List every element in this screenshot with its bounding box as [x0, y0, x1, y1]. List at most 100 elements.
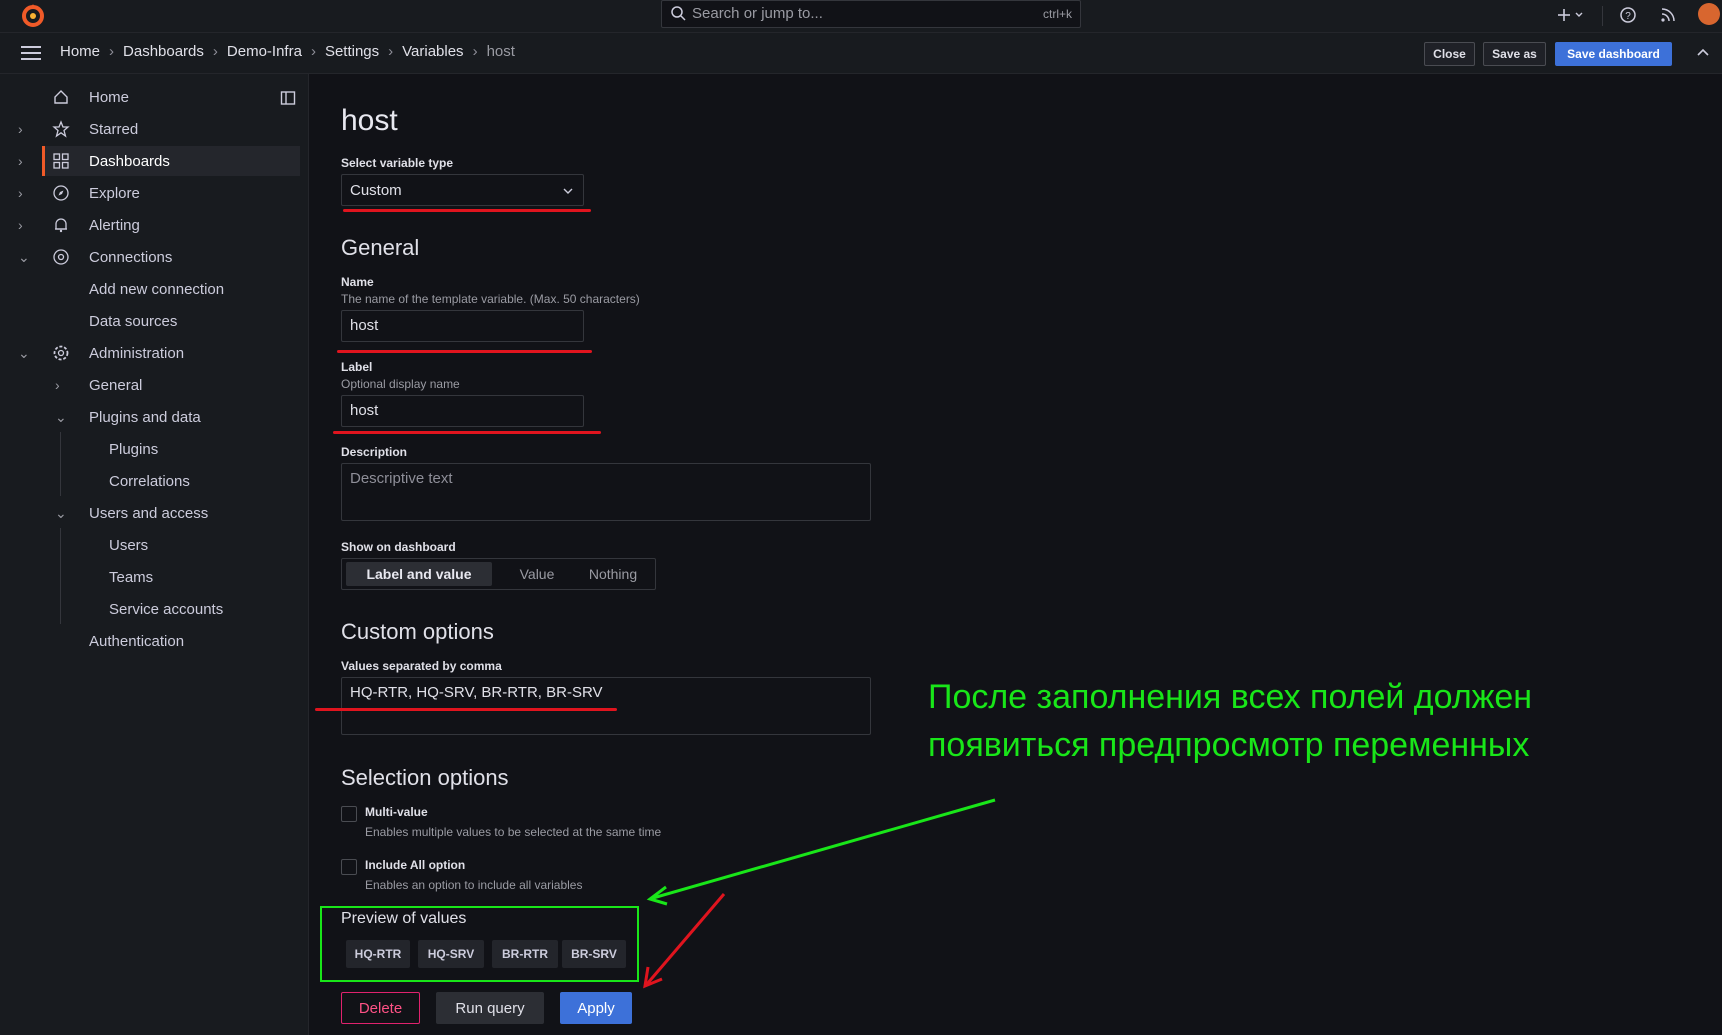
sidebar-item-connections[interactable]: ⌄ Connections: [0, 242, 300, 272]
close-button[interactable]: Close: [1424, 42, 1475, 66]
select-type-label: Select variable type: [341, 156, 454, 170]
custom-options-heading: Custom options: [341, 619, 494, 644]
sidebar-item-label: Plugins and data: [89, 408, 201, 426]
multi-value-label: Multi-value: [365, 805, 428, 819]
variable-type-value: Custom: [350, 181, 402, 199]
sidebar-item-plugins[interactable]: Plugins: [0, 434, 300, 464]
sidebar-item-correlations[interactable]: Correlations: [0, 466, 300, 496]
sidebar-item-service-accounts[interactable]: Service accounts: [0, 594, 300, 624]
sidebar-item-label: Plugins: [109, 440, 159, 458]
sidebar-item-add-new-connection[interactable]: Add new connection: [0, 274, 300, 304]
sidebar-item-administration[interactable]: ⌄ Administration: [0, 338, 300, 368]
sidebar-item-home[interactable]: Home: [0, 82, 300, 112]
values-textarea[interactable]: HQ-RTR, HQ-SRV, BR-RTR, BR-SRV: [341, 677, 871, 735]
name-input[interactable]: host: [341, 310, 584, 342]
rss-icon[interactable]: [1658, 5, 1678, 25]
option-nothing[interactable]: Nothing: [574, 562, 652, 586]
sidebar-item-teams[interactable]: Teams: [0, 562, 300, 592]
sidebar-item-starred[interactable]: › Starred: [0, 114, 300, 144]
general-heading: General: [341, 235, 420, 260]
save-dashboard-button[interactable]: Save dashboard: [1555, 42, 1672, 66]
chevron-down-icon[interactable]: ⌄: [18, 345, 30, 362]
search-placeholder: Search or jump to...: [692, 5, 823, 22]
sidebar-item-label: Users: [109, 536, 149, 554]
run-query-button[interactable]: Run query: [436, 992, 544, 1024]
breadcrumb: Home › Dashboards › Demo-Infra › Settings › …: [60, 43, 515, 60]
sidebar-item-label: Alerting: [89, 216, 140, 234]
multi-value-checkbox[interactable]: [341, 806, 357, 822]
red-underline: [333, 431, 601, 434]
green-arrow: [646, 798, 996, 906]
help-icon[interactable]: ?: [1618, 5, 1638, 25]
breadcrumb-bar: Home › Dashboards › Demo-Infra › Settings › …: [0, 33, 1722, 74]
breadcrumb-home[interactable]: Home: [60, 43, 100, 60]
menu-icon[interactable]: [20, 45, 42, 61]
chevron-right-icon[interactable]: ›: [18, 185, 30, 201]
option-label-and-value[interactable]: Label and value: [346, 562, 492, 586]
annotation-line-1: После заполнения всех полей должен: [928, 678, 1533, 716]
breadcrumb-demo-infra[interactable]: Demo-Infra: [227, 43, 302, 60]
include-all-checkbox[interactable]: [341, 859, 357, 875]
breadcrumb-dashboards[interactable]: Dashboards: [123, 43, 204, 60]
sidebar-item-label: Service accounts: [109, 600, 224, 618]
search-bar[interactable]: Search or jump to... ctrl+k: [661, 0, 1081, 28]
red-underline: [315, 708, 617, 711]
sidebar-item-data-sources[interactable]: Data sources: [0, 306, 300, 336]
name-label: Name: [341, 275, 374, 289]
sidebar-item-alerting[interactable]: › Alerting: [0, 210, 300, 240]
values-label: Values separated by comma: [341, 659, 502, 673]
chevron-right-icon[interactable]: ›: [18, 217, 30, 233]
save-as-button[interactable]: Save as: [1483, 42, 1546, 66]
breadcrumb-variables[interactable]: Variables: [402, 43, 463, 60]
show-on-dashboard-label: Show on dashboard: [341, 540, 456, 554]
sidebar-item-label: Correlations: [109, 472, 190, 490]
delete-button[interactable]: Delete: [341, 992, 420, 1024]
chevron-down-icon[interactable]: ⌄: [55, 409, 67, 426]
home-icon: [54, 90, 68, 104]
chevron-down-icon[interactable]: ⌄: [18, 249, 30, 266]
grafana-logo-icon[interactable]: [20, 2, 46, 28]
sidebar-item-plugins-and-data[interactable]: ⌄ Plugins and data: [0, 402, 300, 432]
search-shortcut: ctrl+k: [1042, 7, 1072, 21]
chevron-right-icon[interactable]: ›: [55, 377, 67, 393]
sidebar-item-label: Starred: [89, 120, 139, 138]
connections-icon: [53, 249, 69, 265]
sidebar-item-explore[interactable]: › Explore: [0, 178, 300, 208]
preview-chip: BR-RTR: [492, 940, 558, 968]
avatar[interactable]: [1698, 3, 1720, 25]
star-icon: [52, 120, 70, 138]
preview-chip: HQ-SRV: [418, 940, 484, 968]
sidebar-item-label: Administration: [89, 344, 185, 362]
sidebar: Home › Starred › Dashboards › Explore › …: [0, 74, 309, 1035]
sidebar-item-users[interactable]: Users: [0, 530, 300, 560]
sidebar-item-label: Authentication: [89, 632, 185, 650]
option-value[interactable]: Value: [502, 562, 572, 586]
sidebar-item-authentication[interactable]: Authentication: [0, 626, 300, 656]
sidebar-item-general[interactable]: › General: [0, 370, 300, 400]
chevron-up-icon[interactable]: [1696, 47, 1710, 57]
sidebar-item-dashboards[interactable]: › Dashboards: [0, 146, 300, 176]
compass-icon: [53, 185, 69, 201]
description-textarea[interactable]: Descriptive text: [341, 463, 871, 521]
chevron-right-icon[interactable]: ›: [18, 121, 30, 137]
plus-icon[interactable]: [1556, 5, 1586, 25]
sidebar-item-label: Add new connection: [89, 280, 225, 298]
sidebar-item-users-and-access[interactable]: ⌄ Users and access: [0, 498, 300, 528]
sidebar-item-label: Dashboards: [89, 152, 170, 170]
chevron-right-icon[interactable]: ›: [18, 153, 30, 169]
preview-chip: BR-SRV: [562, 940, 626, 968]
sidebar-item-label: Users and access: [89, 504, 209, 522]
red-arrow: [643, 893, 726, 989]
breadcrumb-settings[interactable]: Settings: [325, 43, 379, 60]
include-all-description: Enables an option to include all variabl…: [365, 878, 583, 892]
red-underline: [337, 350, 592, 353]
variable-type-select[interactable]: Custom: [341, 174, 584, 206]
chevron-down-icon[interactable]: ⌄: [55, 505, 67, 522]
apply-button[interactable]: Apply: [560, 992, 632, 1024]
breadcrumb-current: host: [486, 43, 515, 60]
name-description: The name of the template variable. (Max.…: [341, 292, 640, 306]
description-placeholder: Descriptive text: [350, 470, 453, 487]
active-highlight: [42, 146, 300, 176]
label-input[interactable]: host: [341, 395, 584, 427]
bell-icon: [55, 218, 67, 233]
